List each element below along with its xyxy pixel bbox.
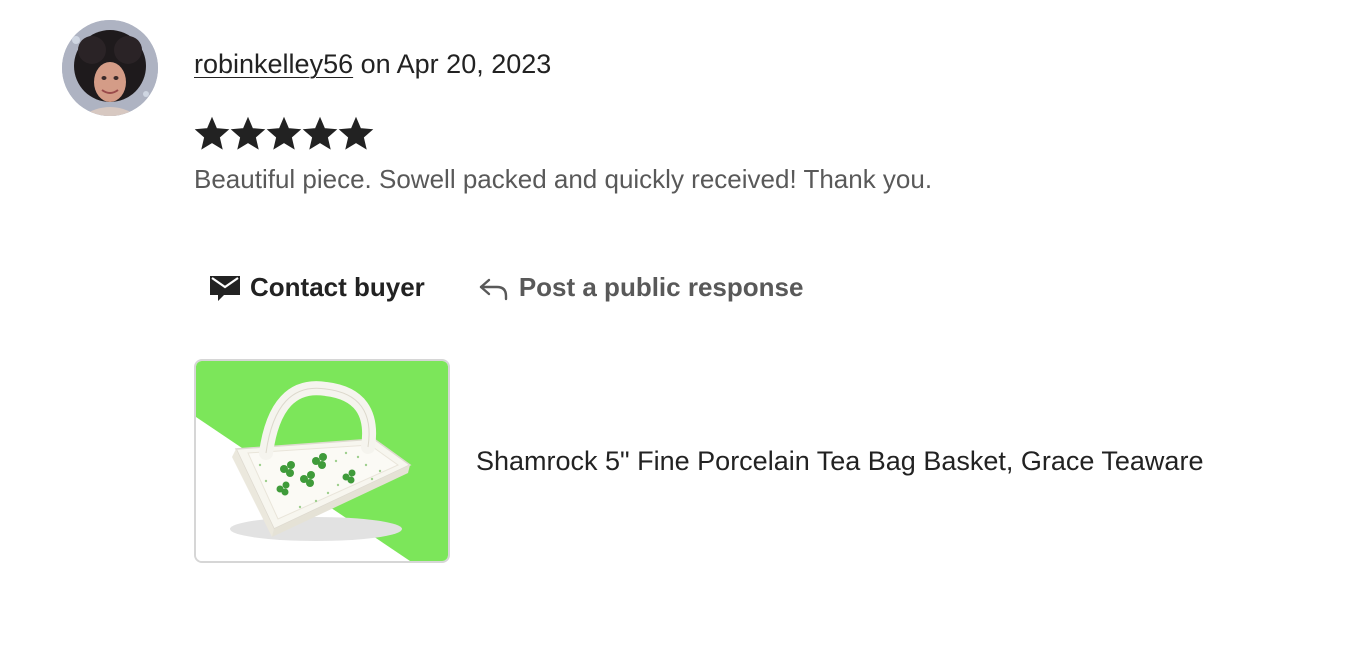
reviewed-product: Shamrock 5" Fine Porcelain Tea Bag Baske… xyxy=(194,359,1203,563)
review-header: robinkelley56 on Apr 20, 2023 xyxy=(194,46,551,82)
contact-buyer-label: Contact buyer xyxy=(250,271,425,302)
product-thumbnail[interactable] xyxy=(194,359,450,563)
review-date: on Apr 20, 2023 xyxy=(353,49,552,79)
review-card: robinkelley56 on Apr 20, 2023 Beautiful … xyxy=(0,0,1354,652)
star-icon xyxy=(338,116,374,150)
reply-arrow-icon xyxy=(477,270,511,304)
reviewer-name-link[interactable]: robinkelley56 xyxy=(194,49,353,79)
review-actions: Contact buyer Post a public response xyxy=(194,262,817,312)
star-icon xyxy=(302,116,338,150)
product-title-link[interactable]: Shamrock 5" Fine Porcelain Tea Bag Baske… xyxy=(476,443,1203,479)
post-public-response-button[interactable]: Post a public response xyxy=(463,262,818,312)
avatar-photo xyxy=(62,20,158,116)
star-rating xyxy=(194,116,374,152)
envelope-icon xyxy=(208,270,242,304)
review-text: Beautiful piece. Sowell packed and quick… xyxy=(194,164,933,194)
product-image xyxy=(196,361,448,561)
contact-buyer-button[interactable]: Contact buyer xyxy=(194,262,439,312)
reviewer-avatar[interactable] xyxy=(62,20,158,116)
star-icon xyxy=(230,116,266,150)
post-public-response-label: Post a public response xyxy=(518,271,804,302)
star-icon xyxy=(266,116,302,150)
star-icon xyxy=(194,116,230,150)
